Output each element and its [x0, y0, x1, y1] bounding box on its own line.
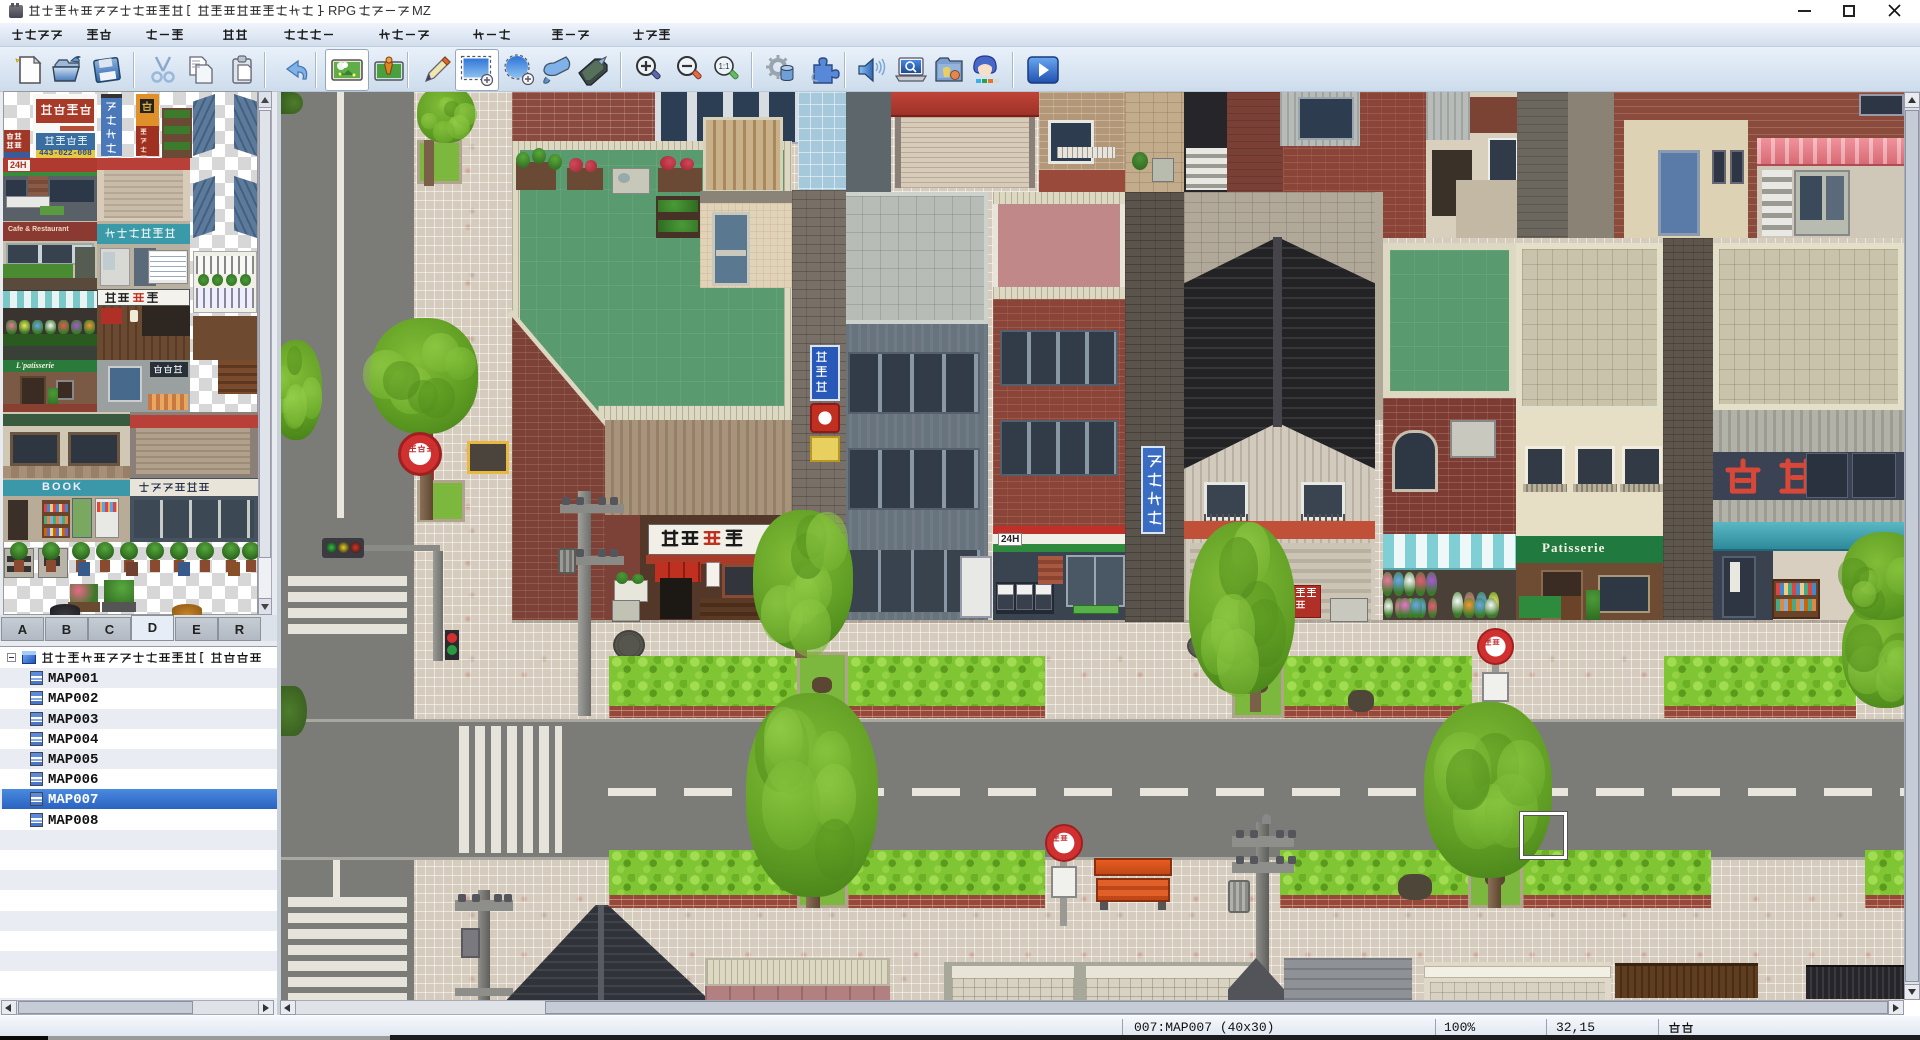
svg-text:1:1: 1:1 — [718, 62, 730, 71]
